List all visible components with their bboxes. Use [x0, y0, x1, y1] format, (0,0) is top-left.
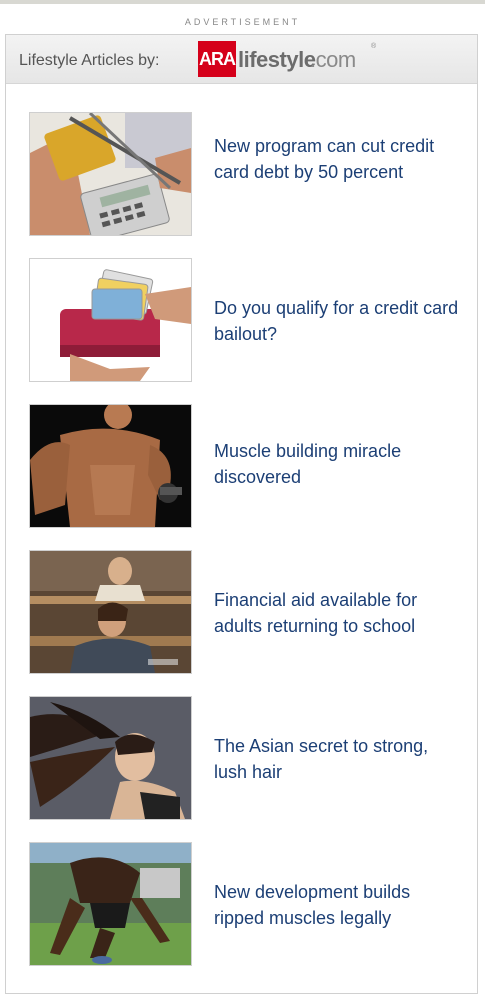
article-thumbnail[interactable]	[29, 696, 192, 820]
article-thumbnail[interactable]	[29, 404, 192, 528]
article-title[interactable]: Financial aid available for adults retur…	[214, 587, 459, 639]
article-thumbnail[interactable]	[29, 550, 192, 674]
article-thumbnail[interactable]	[29, 258, 192, 382]
logo-suffix: .com	[310, 47, 356, 72]
article-thumbnail[interactable]	[29, 842, 192, 966]
logo-word: lifestyle	[238, 47, 316, 72]
article-title[interactable]: Do you qualify for a credit card bailout…	[214, 295, 459, 347]
sprinter-image	[30, 843, 191, 965]
wallet-cards-image	[30, 259, 191, 381]
logo-ara-box: ARA	[198, 41, 236, 77]
top-rule	[0, 0, 485, 4]
bodybuilder-image	[30, 405, 191, 527]
scissors-card-image	[30, 113, 191, 235]
article-title[interactable]: New development builds ripped muscles le…	[214, 879, 459, 931]
flowing-hair-image	[30, 697, 191, 819]
article-title[interactable]: New program can cut credit card debt by …	[214, 133, 459, 185]
article-link-credit-card-debt[interactable]: New program can cut credit card debt by …	[6, 112, 477, 236]
advertisement-label: ADVERTISEMENT	[184, 17, 301, 27]
ad-widget: Lifestyle Articles by: ARA lifestyle .co…	[5, 34, 478, 994]
article-title[interactable]: Muscle building miracle discovered	[214, 438, 459, 490]
article-thumbnail[interactable]	[29, 112, 192, 236]
article-link-financial-aid[interactable]: Financial aid available for adults retur…	[6, 550, 477, 674]
article-link-asian-hair-secret[interactable]: The Asian secret to strong, lush hair	[6, 696, 477, 820]
classroom-student-image	[30, 551, 191, 673]
widget-header: Lifestyle Articles by: ARA lifestyle .co…	[6, 35, 477, 84]
article-link-credit-card-bailout[interactable]: Do you qualify for a credit card bailout…	[6, 258, 477, 382]
article-link-ripped-muscles[interactable]: New development builds ripped muscles le…	[6, 842, 477, 966]
article-link-muscle-miracle[interactable]: Muscle building miracle discovered	[6, 404, 477, 528]
logo-registered-mark: ®	[371, 43, 377, 50]
article-title[interactable]: The Asian secret to strong, lush hair	[214, 733, 459, 785]
header-text: Lifestyle Articles by:	[19, 52, 160, 69]
